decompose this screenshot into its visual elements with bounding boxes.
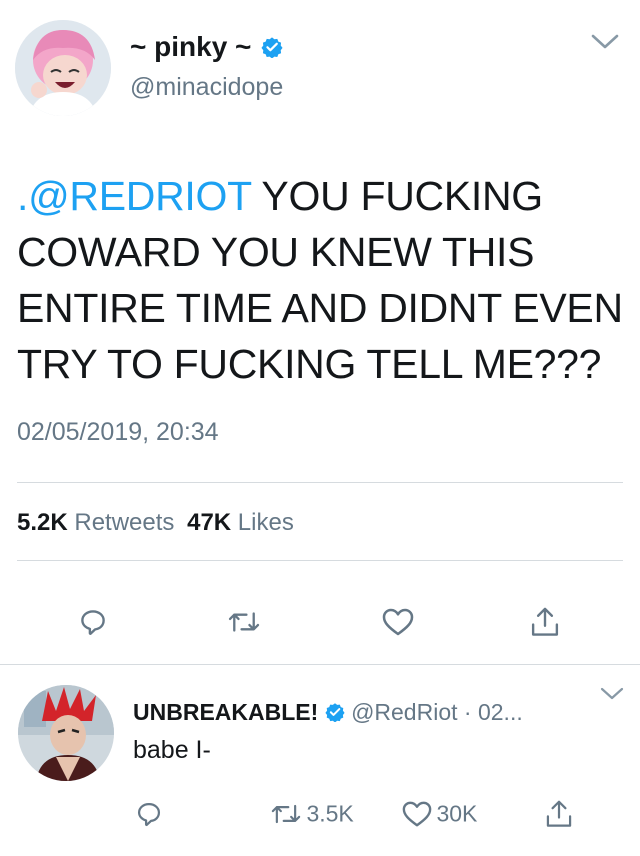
reply-like-action[interactable]: 30K [402, 800, 477, 828]
reply-icon[interactable] [135, 800, 163, 828]
display-name-text[interactable]: ~ pinky ~ [130, 31, 251, 62]
like-icon[interactable] [382, 607, 414, 637]
retweets-label: Retweets [74, 509, 175, 536]
retweet-icon [271, 804, 301, 824]
verified-icon [261, 36, 283, 58]
reply-text: babe I- [133, 736, 211, 764]
reply-display-name[interactable]: UNBREAKABLE! [133, 699, 318, 725]
retweets-count: 5.2K [17, 509, 68, 536]
share-icon[interactable] [530, 605, 560, 639]
tweet-text: .@REDRIOT YOU FUCKING COWARD YOU KNEW TH… [17, 168, 627, 392]
avatar[interactable] [15, 20, 111, 116]
reply-handle[interactable]: @RedRiot [351, 699, 457, 725]
like-icon [402, 801, 432, 827]
retweets-stat[interactable]: 5.2K Retweets [17, 509, 181, 536]
divider [17, 560, 623, 561]
reply-retweet-action[interactable]: 3.5K [270, 800, 354, 828]
likes-count: 47K [187, 509, 232, 536]
reply-avatar[interactable] [18, 685, 114, 781]
mention-link[interactable]: .@REDRIOT [17, 173, 251, 219]
reply-likes-count: 30K [436, 800, 478, 827]
chevron-down-icon[interactable] [590, 33, 620, 51]
likes-label: Likes [237, 509, 294, 536]
display-name[interactable]: ~ pinky ~ [130, 30, 283, 64]
timestamp[interactable]: 02/05/2019, 20:34 [17, 416, 219, 448]
retweet-icon[interactable] [227, 607, 261, 637]
verified-icon [325, 703, 345, 722]
divider [17, 482, 623, 483]
share-icon[interactable] [545, 798, 573, 830]
tweet-stats: 5.2K Retweets 47K Likes [17, 508, 294, 538]
reply-retweets-count: 3.5K [306, 800, 354, 827]
reply-icon[interactable] [78, 607, 108, 637]
likes-stat[interactable]: 47K Likes [187, 509, 294, 536]
separator-dot: · [463, 699, 472, 725]
reply-header: UNBREAKABLE! @RedRiot · 02... [133, 697, 523, 727]
handle[interactable]: @minacidope [130, 72, 283, 102]
chevron-down-icon[interactable] [600, 687, 624, 701]
divider [0, 664, 640, 665]
reply-date[interactable]: 02... [478, 699, 523, 725]
